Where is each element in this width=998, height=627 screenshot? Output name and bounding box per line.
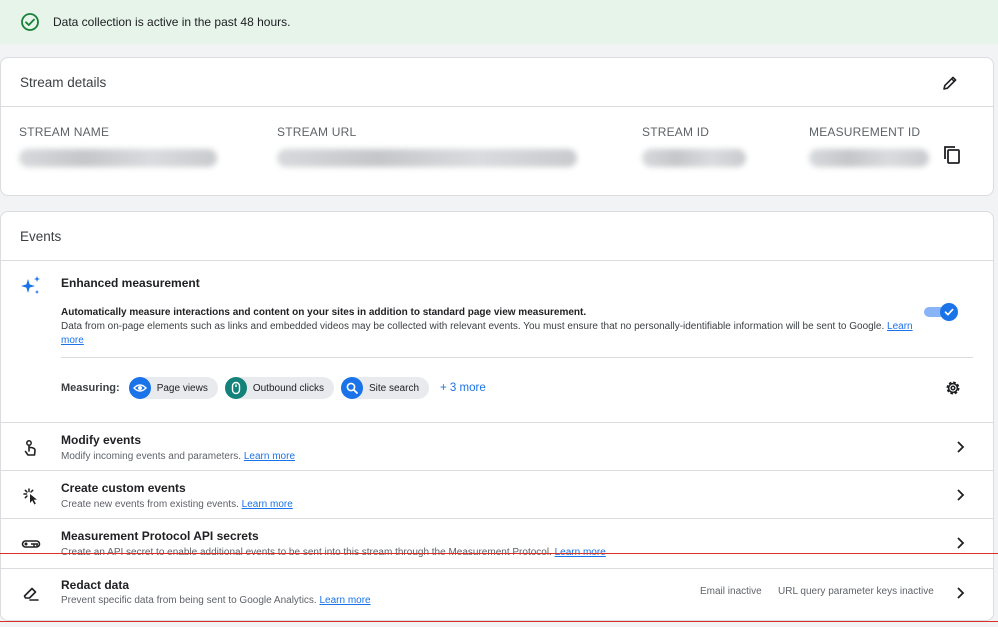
check-circle-icon — [21, 13, 39, 31]
chip-page-views[interactable]: Page views — [128, 377, 218, 399]
chip-outbound-clicks[interactable]: Outbound clicks — [224, 377, 334, 399]
stream-url-label: STREAM URL — [277, 125, 357, 139]
row-title: Measurement Protocol API secrets — [61, 529, 259, 543]
row-create-custom-events[interactable]: Create custom events Create new events f… — [1, 470, 993, 518]
row-title: Create custom events — [61, 481, 186, 495]
stream-name-column: STREAM NAME — [19, 125, 217, 167]
highlight-line-top — [0, 553, 998, 554]
redact-description: Prevent specific data from being sent to… — [61, 595, 371, 606]
more-measurements-link[interactable]: + 3 more — [440, 382, 486, 394]
stream-url-redacted — [277, 149, 577, 167]
enhanced-measurement-summary: Automatically measure interactions and c… — [61, 307, 587, 318]
enhanced-description-text: Data from on-page elements such as links… — [61, 321, 885, 332]
row-redact-data[interactable]: Redact data Prevent specific data from b… — [0, 568, 994, 616]
stream-name-redacted — [19, 149, 217, 167]
sparkle-icon — [21, 276, 40, 294]
stream-details-card: Stream details STREAM NAME STREAM URL ST… — [0, 57, 994, 196]
toggle-knob — [940, 303, 958, 321]
row-title: Modify events — [61, 433, 142, 447]
email-status: Email inactive — [700, 586, 762, 597]
chevron-right-icon — [957, 489, 965, 501]
measuring-label: Measuring: — [61, 382, 120, 394]
stream-url-column: STREAM URL — [277, 125, 577, 167]
data-collection-banner: Data collection is active in the past 48… — [0, 0, 998, 44]
measuring-row: Measuring: Page views Outbound clicks Si… — [61, 377, 486, 399]
touch-icon — [24, 440, 36, 456]
key-icon — [21, 540, 41, 548]
redact-learn-more-link[interactable]: Learn more — [319, 595, 370, 606]
row-description-text: Create new events from existing events. — [61, 499, 239, 510]
gear-icon[interactable] — [944, 379, 962, 397]
check-icon — [944, 308, 954, 316]
chevron-right-icon — [957, 441, 965, 453]
enhanced-measurement-description: Data from on-page elements such as links… — [61, 320, 919, 348]
stream-details-title: Stream details — [20, 74, 107, 90]
measurement-id-column: MEASUREMENT ID — [809, 125, 929, 167]
stream-details-header: Stream details — [1, 58, 993, 107]
chip-label: Page views — [156, 382, 208, 394]
redact-title: Redact data — [61, 578, 130, 592]
stream-id-column: STREAM ID — [642, 125, 746, 167]
search-icon — [340, 377, 363, 399]
enhanced-measurement-toggle[interactable] — [924, 303, 958, 321]
url-query-status: URL query parameter keys inactive — [778, 586, 934, 597]
row-modify-events[interactable]: Modify events Modify incoming events and… — [1, 422, 993, 470]
events-header: Events — [1, 212, 993, 261]
chip-label: Outbound clicks — [252, 382, 324, 394]
measurement-id-label: MEASUREMENT ID — [809, 125, 921, 139]
sparkle-click-icon — [23, 488, 37, 505]
events-title: Events — [20, 228, 62, 244]
highlight-line-bottom — [0, 621, 998, 622]
stream-id-redacted — [642, 149, 746, 167]
chip-site-search[interactable]: Site search — [340, 377, 430, 399]
learn-more-link[interactable]: Learn more — [244, 451, 295, 462]
row-description: Modify incoming events and parameters. L… — [61, 451, 295, 462]
enhanced-measurement-title: Enhanced measurement — [61, 276, 200, 290]
chevron-right-icon — [957, 537, 965, 549]
stream-id-label: STREAM ID — [642, 125, 710, 139]
divider — [61, 357, 973, 358]
edit-pencil-icon[interactable] — [942, 75, 958, 91]
mouse-icon — [224, 377, 247, 399]
chip-label: Site search — [368, 382, 420, 394]
row-description-text: Modify incoming events and parameters. — [61, 451, 242, 462]
row-measurement-protocol[interactable]: Measurement Protocol API secrets Create … — [1, 518, 993, 566]
copy-icon[interactable] — [943, 145, 961, 165]
events-card: Events Enhanced measurement Automaticall… — [0, 211, 994, 621]
chevron-right-icon — [957, 587, 965, 599]
learn-more-link[interactable]: Learn more — [242, 499, 293, 510]
banner-text: Data collection is active in the past 48… — [53, 15, 291, 29]
stream-name-label: STREAM NAME — [19, 125, 110, 139]
eraser-icon — [23, 587, 39, 601]
redact-description-text: Prevent specific data from being sent to… — [61, 595, 317, 606]
measurement-id-redacted — [809, 149, 929, 167]
eye-icon — [128, 377, 151, 399]
row-description: Create new events from existing events. … — [61, 499, 293, 510]
